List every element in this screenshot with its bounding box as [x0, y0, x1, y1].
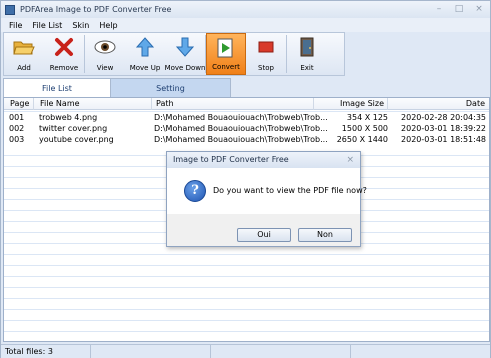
cell-file-name: twitter cover.png	[39, 124, 108, 133]
cell-path: D:\Mohamed Bouaouiouach\Trobweb\Trob...	[154, 135, 328, 144]
stop-icon	[255, 36, 277, 58]
menu-skin[interactable]: Skin	[72, 21, 89, 30]
maximize-button[interactable]: □	[454, 3, 464, 15]
cell-date: 2020-03-01 18:39:22	[401, 124, 486, 133]
arrow-down-icon	[174, 36, 196, 58]
dialog-body: ? Do you want to view the PDF file now?	[167, 168, 367, 214]
toolbar: Add Remove View Move Up Move Down Conver…	[3, 32, 345, 76]
move-down-button[interactable]: Move Down	[165, 33, 205, 75]
close-button[interactable]: ×	[474, 3, 484, 15]
tab-strip: File List Setting	[3, 78, 490, 97]
cell-page: 002	[9, 124, 25, 133]
move-down-label: Move Down	[164, 64, 206, 72]
add-button[interactable]: Add	[4, 33, 44, 75]
stop-label: Stop	[258, 64, 274, 72]
cell-date: 2020-02-28 20:04:35	[401, 113, 486, 122]
cell-page: 001	[9, 113, 25, 122]
convert-play-icon	[215, 37, 237, 59]
exit-label: Exit	[300, 64, 314, 72]
table-row[interactable]: 003 youtube cover.png D:\Mohamed Bouaoui…	[4, 134, 489, 145]
arrow-up-icon	[134, 36, 156, 58]
yes-button[interactable]: Oui	[237, 228, 291, 242]
cell-image-size: 1500 X 500	[341, 124, 388, 133]
convert-button[interactable]: Convert	[206, 33, 246, 75]
add-label: Add	[17, 64, 31, 72]
cell-file-name: youtube cover.png	[39, 135, 114, 144]
move-up-label: Move Up	[129, 64, 161, 72]
delete-x-icon	[53, 36, 75, 58]
title-bar: PDFArea Image to PDF Converter Free – □ …	[1, 1, 490, 18]
cell-path: D:\Mohamed Bouaouiouach\Trobweb\Trob...	[154, 124, 328, 133]
cell-page: 003	[9, 135, 25, 144]
status-pane-empty	[211, 345, 351, 358]
exit-button[interactable]: Exit	[287, 33, 327, 75]
eye-icon	[94, 36, 116, 58]
status-bar: Total files: 3	[1, 344, 490, 358]
minimize-button[interactable]: –	[434, 3, 444, 15]
app-window: PDFArea Image to PDF Converter Free – □ …	[0, 0, 491, 358]
column-header-path[interactable]: Path	[152, 98, 314, 110]
table-row[interactable]: 002 twitter cover.png D:\Mohamed Bouaoui…	[4, 123, 489, 134]
menu-help[interactable]: Help	[99, 21, 117, 30]
cell-file-name: trobweb 4.png	[39, 113, 98, 122]
view-button[interactable]: View	[85, 33, 125, 75]
status-total-files: Total files: 3	[1, 345, 91, 358]
remove-label: Remove	[49, 64, 79, 72]
column-header-image-size[interactable]: Image Size	[314, 98, 388, 110]
table-header: Page File Name Path Image Size Date	[4, 98, 489, 110]
column-header-file-name[interactable]: File Name	[34, 98, 152, 110]
tab-setting[interactable]: Setting	[111, 78, 231, 97]
dialog-title: Image to PDF Converter Free	[167, 152, 360, 168]
menu-bar: File File List Skin Help	[1, 18, 490, 32]
cell-path: D:\Mohamed Bouaouiouach\Trobweb\Trob...	[154, 113, 328, 122]
convert-label: Convert	[212, 63, 240, 71]
stop-button[interactable]: Stop	[246, 33, 286, 75]
status-pane-empty	[91, 345, 211, 358]
confirm-dialog: Image to PDF Converter Free × ? Do you w…	[166, 151, 367, 247]
app-icon	[5, 4, 15, 15]
table-row[interactable]: 001 trobweb 4.png D:\Mohamed Bouaouiouac…	[4, 112, 489, 123]
column-header-page[interactable]: Page	[4, 98, 34, 110]
menu-file-list[interactable]: File List	[32, 21, 62, 30]
window-controls: – □ ×	[434, 3, 484, 15]
no-button[interactable]: Non	[298, 228, 352, 242]
move-up-button[interactable]: Move Up	[125, 33, 165, 75]
remove-button[interactable]: Remove	[44, 33, 84, 75]
status-pane-empty	[351, 345, 490, 358]
open-folder-icon	[13, 36, 35, 58]
exit-door-icon	[296, 36, 318, 58]
question-icon: ?	[184, 180, 206, 202]
menu-file[interactable]: File	[9, 21, 22, 30]
column-header-date[interactable]: Date	[388, 98, 489, 110]
dialog-close-button[interactable]: ×	[346, 152, 354, 168]
cell-image-size: 2650 X 1440	[336, 135, 388, 144]
cell-image-size: 354 X 125	[346, 113, 388, 122]
view-label: View	[96, 64, 114, 72]
dialog-message: Do you want to view the PDF file now?	[213, 186, 367, 195]
tab-file-list[interactable]: File List	[3, 78, 111, 97]
cell-date: 2020-03-01 18:51:48	[401, 135, 486, 144]
window-title: PDFArea Image to PDF Converter Free	[20, 5, 172, 14]
